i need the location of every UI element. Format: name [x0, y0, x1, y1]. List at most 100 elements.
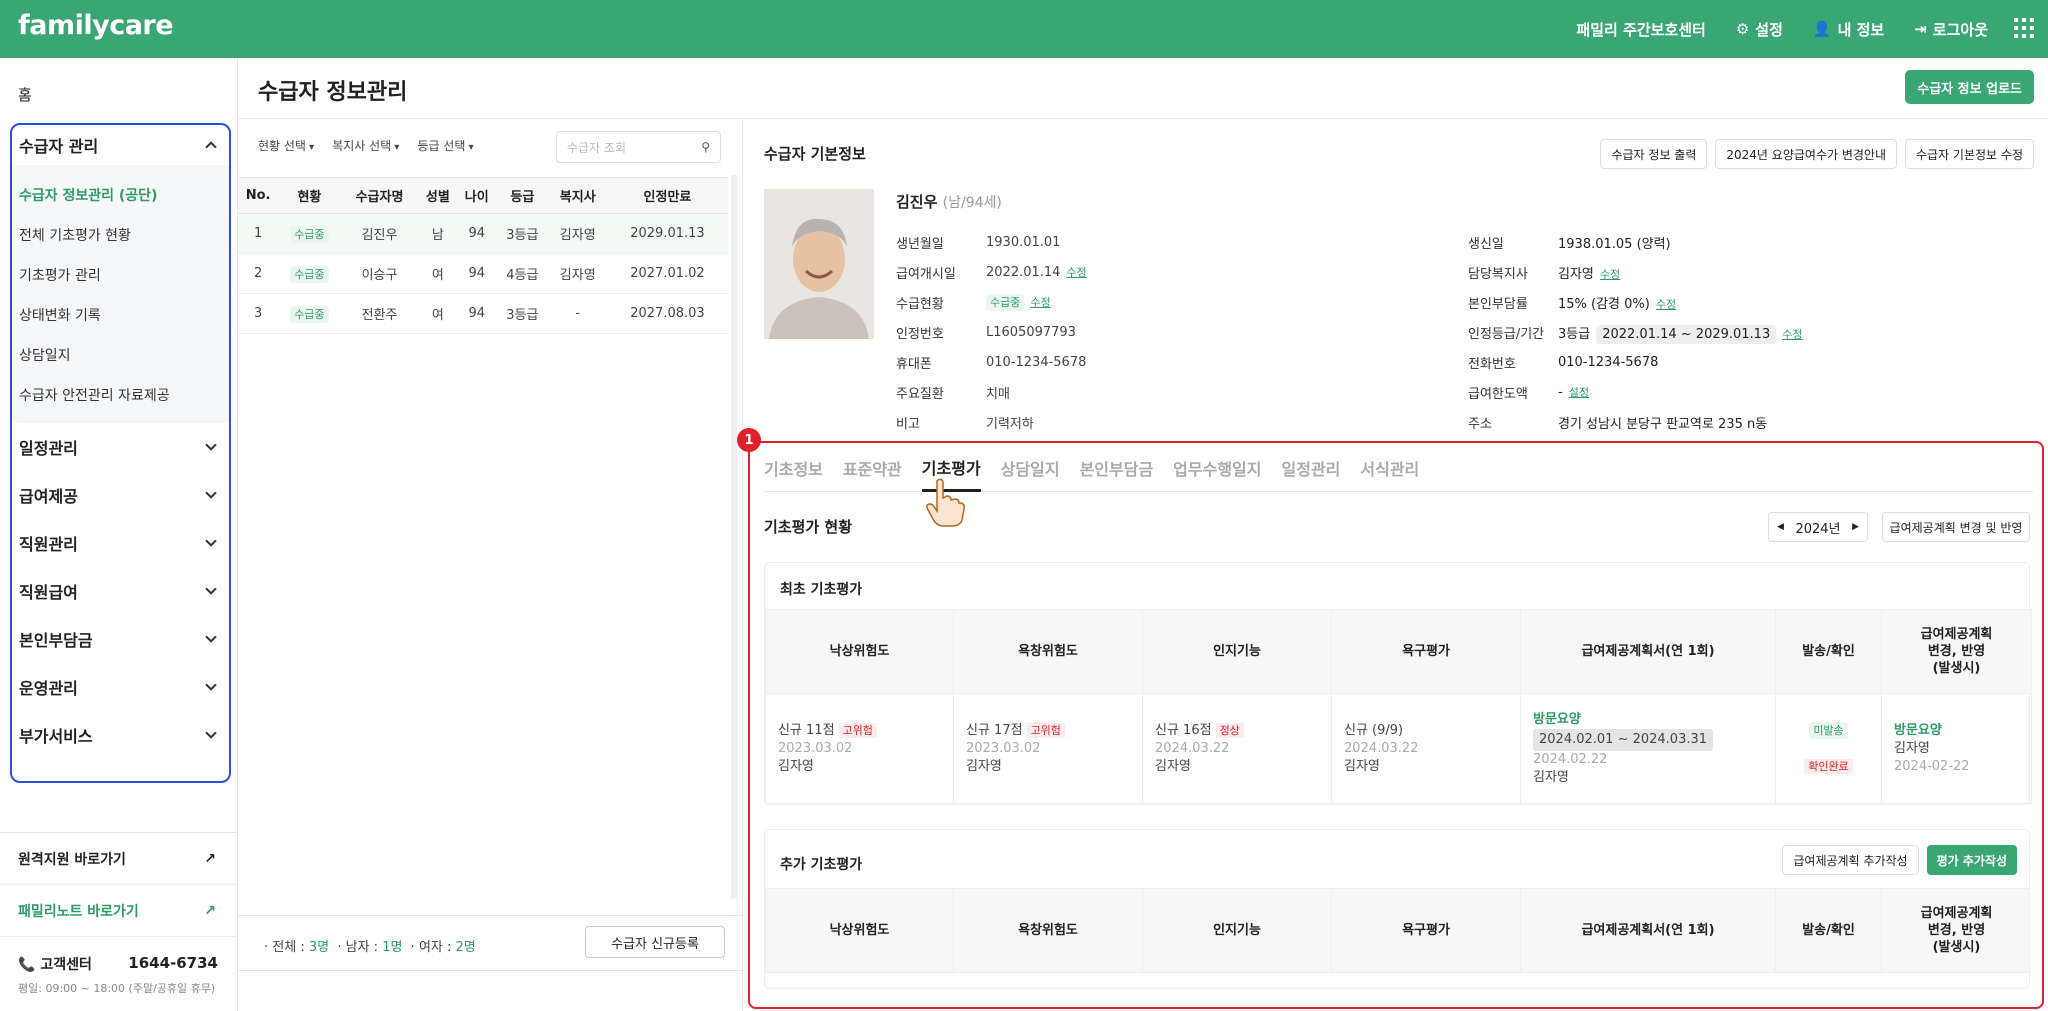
phone-icon: 📞 — [18, 957, 41, 973]
chevron-down-icon — [205, 487, 217, 499]
tab-consult-log[interactable]: 상담일지 — [1001, 444, 1060, 492]
field-label: 전화번호 — [1468, 356, 1516, 372]
sidebar-item-label: 급여제공 — [19, 487, 78, 506]
sidebar-home[interactable]: 홈 — [18, 84, 32, 105]
sidebar-links: 원격지원 바로가기 ↗ 패밀리노트 바로가기 ↗ — [0, 832, 238, 937]
cell: 3등급 — [496, 213, 549, 254]
add-eval-button[interactable]: 평가 추가작성 — [1926, 845, 2017, 875]
sidebar-item-benefits[interactable]: 급여제공 — [12, 471, 229, 519]
field-label: 생년월일 — [896, 236, 944, 252]
cell: 남 — [418, 213, 458, 254]
field-label: 수급현황 — [896, 296, 944, 312]
remote-support-label: 원격지원 바로가기 — [18, 851, 126, 868]
fee-change-notice-button[interactable]: 2024년 요양급여수가 변경안내 — [1715, 139, 1897, 169]
bedsore-risk-cell[interactable]: 신규 17점 고위험 2023.03.02 김자영 — [953, 693, 1143, 804]
tab-forms[interactable]: 서식관리 — [1360, 444, 1419, 492]
col-header: 인지기능 — [1142, 888, 1332, 973]
register-recipient-button[interactable]: 수급자 신규등록 — [585, 926, 725, 958]
tab-terms[interactable]: 표준약관 — [843, 444, 902, 492]
field-label: 휴대폰 — [896, 356, 932, 372]
worker-value: 김자영 수정 — [1558, 266, 1621, 282]
my-info-link[interactable]: 👤 내 정보 — [1813, 19, 1884, 40]
edit-link[interactable]: 수정 — [1782, 328, 1802, 341]
year-selector[interactable]: ◀ 2024년 ▶ — [1768, 512, 1868, 542]
col-header: 수급자명 — [340, 177, 419, 214]
apps-grid-icon[interactable] — [2014, 18, 2034, 38]
tab-schedule[interactable]: 일정관리 — [1282, 444, 1341, 492]
step-badge: 1 — [737, 428, 761, 452]
plan-change-cell[interactable]: 방문요양 김자영 2024-02-22 — [1881, 693, 2032, 804]
field-label: 급여한도액 — [1468, 386, 1528, 402]
info-actions: 수급자 정보 출력 2024년 요양급여수가 변경안내 수급자 기본정보 수정 — [1600, 139, 2034, 169]
edit-link[interactable]: 수정 — [1656, 298, 1676, 311]
cognitive-cell[interactable]: 신규 16점 정상 2024.03.22 김자영 — [1142, 693, 1332, 804]
prev-year-icon[interactable]: ◀ — [1777, 522, 1784, 532]
next-year-icon[interactable]: ▶ — [1852, 522, 1859, 532]
cell: 수급중 — [278, 293, 341, 334]
cell: 3 — [238, 293, 279, 334]
sidebar-item-staff[interactable]: 직원관리 — [12, 519, 229, 567]
cell: - — [548, 293, 607, 334]
field-label: 본인부담률 — [1468, 296, 1528, 312]
table-row[interactable]: 3 수급중 전환주 여 94 3등급 - 2027.08.03 — [238, 293, 728, 334]
cell: 수급중 — [278, 213, 341, 254]
customer-center-phone[interactable]: 1644-6734 — [128, 954, 218, 974]
submenu-eval-mgmt[interactable]: 기초평가 관리 — [12, 255, 229, 295]
submenu-consult-log[interactable]: 상담일지 — [12, 335, 229, 375]
my-info-label: 내 정보 — [1837, 20, 1885, 39]
plan-change-button[interactable]: 급여제공계획 변경 및 반영 — [1882, 512, 2030, 542]
additional-eval-actions: 급여제공계획 추가작성 평가 추가작성 — [1782, 845, 2017, 875]
logo[interactable]: familycare — [18, 10, 174, 41]
submenu-all-eval[interactable]: 전체 기초평가 현황 — [12, 215, 229, 255]
fall-risk-cell[interactable]: 신규 11점 고위험 2023.03.02 김자영 — [765, 693, 954, 804]
field-label: 인정번호 — [896, 326, 944, 342]
remote-support-link[interactable]: 원격지원 바로가기 ↗ — [0, 833, 238, 885]
cell: 김자영 — [548, 253, 607, 294]
family-note-label: 패밀리노트 바로가기 — [18, 903, 139, 920]
care-plan-cell[interactable]: 방문요양 2024.02.01 ~ 2024.03.31 2024.02.22 … — [1520, 693, 1776, 804]
family-note-link[interactable]: 패밀리노트 바로가기 ↗ — [0, 885, 238, 937]
search-input[interactable]: 수급자 조회 ⚲ — [556, 131, 721, 163]
page-title: 수급자 정보관리 — [258, 80, 408, 105]
needs-eval-cell[interactable]: 신규 (9/9) 2024.03.22 김자영 — [1331, 693, 1521, 804]
birthdate-value: 1930.01.01 — [986, 234, 1061, 250]
list-scrollbar[interactable] — [731, 175, 737, 899]
submenu-status-change[interactable]: 상태변화 기록 — [12, 295, 229, 335]
tab-basic-info[interactable]: 기초정보 — [764, 444, 823, 492]
add-plan-button[interactable]: 급여제공계획 추가작성 — [1782, 845, 1919, 875]
cell: 김진우 — [340, 213, 419, 254]
grade-filter[interactable]: 등급 선택 — [417, 137, 473, 154]
center-name[interactable]: 패밀리 주간보호센터 — [1576, 19, 1705, 40]
edit-link[interactable]: 수정 — [1066, 266, 1086, 279]
info-row: 인정번호 L1605097793 인정등급/기간 3등급 2022.01.14 ~… — [896, 317, 2036, 347]
status-filter[interactable]: 현황 선택 — [258, 137, 314, 154]
status-badge: 수급중 — [290, 265, 329, 283]
sidebar-item-payroll[interactable]: 직원급여 — [12, 567, 229, 615]
cell: 여 — [418, 253, 458, 294]
table-row[interactable]: 2 수급중 이승구 여 94 4등급 김자영 2027.01.02 — [238, 253, 728, 294]
submenu-recipient-info[interactable]: 수급자 정보관리 (공단) — [12, 175, 229, 215]
logout-icon: ⇥ — [1914, 20, 1927, 38]
sidebar-item-addons[interactable]: 부가서비스 — [12, 711, 229, 759]
set-link[interactable]: 설정 — [1569, 386, 1589, 399]
sidebar-item-copay[interactable]: 본인부담금 — [12, 615, 229, 663]
sidebar-item-operations[interactable]: 운영관리 — [12, 663, 229, 711]
tab-copay[interactable]: 본인부담금 — [1080, 444, 1154, 492]
tab-work-log[interactable]: 업무수행일지 — [1173, 444, 1261, 492]
send-confirm-cell[interactable]: 미발송 확인완료 — [1775, 693, 1882, 804]
edit-info-button[interactable]: 수급자 기본정보 수정 — [1905, 139, 2034, 169]
disease-value: 치매 — [986, 386, 1010, 402]
sidebar-item-schedule[interactable]: 일정관리 — [12, 423, 229, 471]
submenu-safety-data[interactable]: 수급자 안전관리 자료제공 — [12, 375, 229, 415]
sidebar-item-recipient-mgmt[interactable]: 수급자 관리 — [12, 125, 229, 165]
edit-link[interactable]: 수정 — [1030, 296, 1050, 309]
table-row[interactable]: 1 수급중 김진우 남 94 3등급 김자영 2029.01.13 — [238, 213, 728, 254]
logout-link[interactable]: ⇥ 로그아웃 — [1914, 19, 1988, 40]
col-header: 급여제공계획서(연 1회) — [1520, 609, 1776, 694]
settings-link[interactable]: ⚙ 설정 — [1736, 19, 1783, 40]
worker-filter[interactable]: 복지사 선택 — [332, 137, 399, 154]
search-icon[interactable]: ⚲ — [701, 140, 710, 154]
edit-link[interactable]: 수정 — [1600, 268, 1620, 281]
upload-button[interactable]: 수급자 정보 업로드 — [1905, 70, 2034, 104]
print-info-button[interactable]: 수급자 정보 출력 — [1600, 139, 1708, 169]
